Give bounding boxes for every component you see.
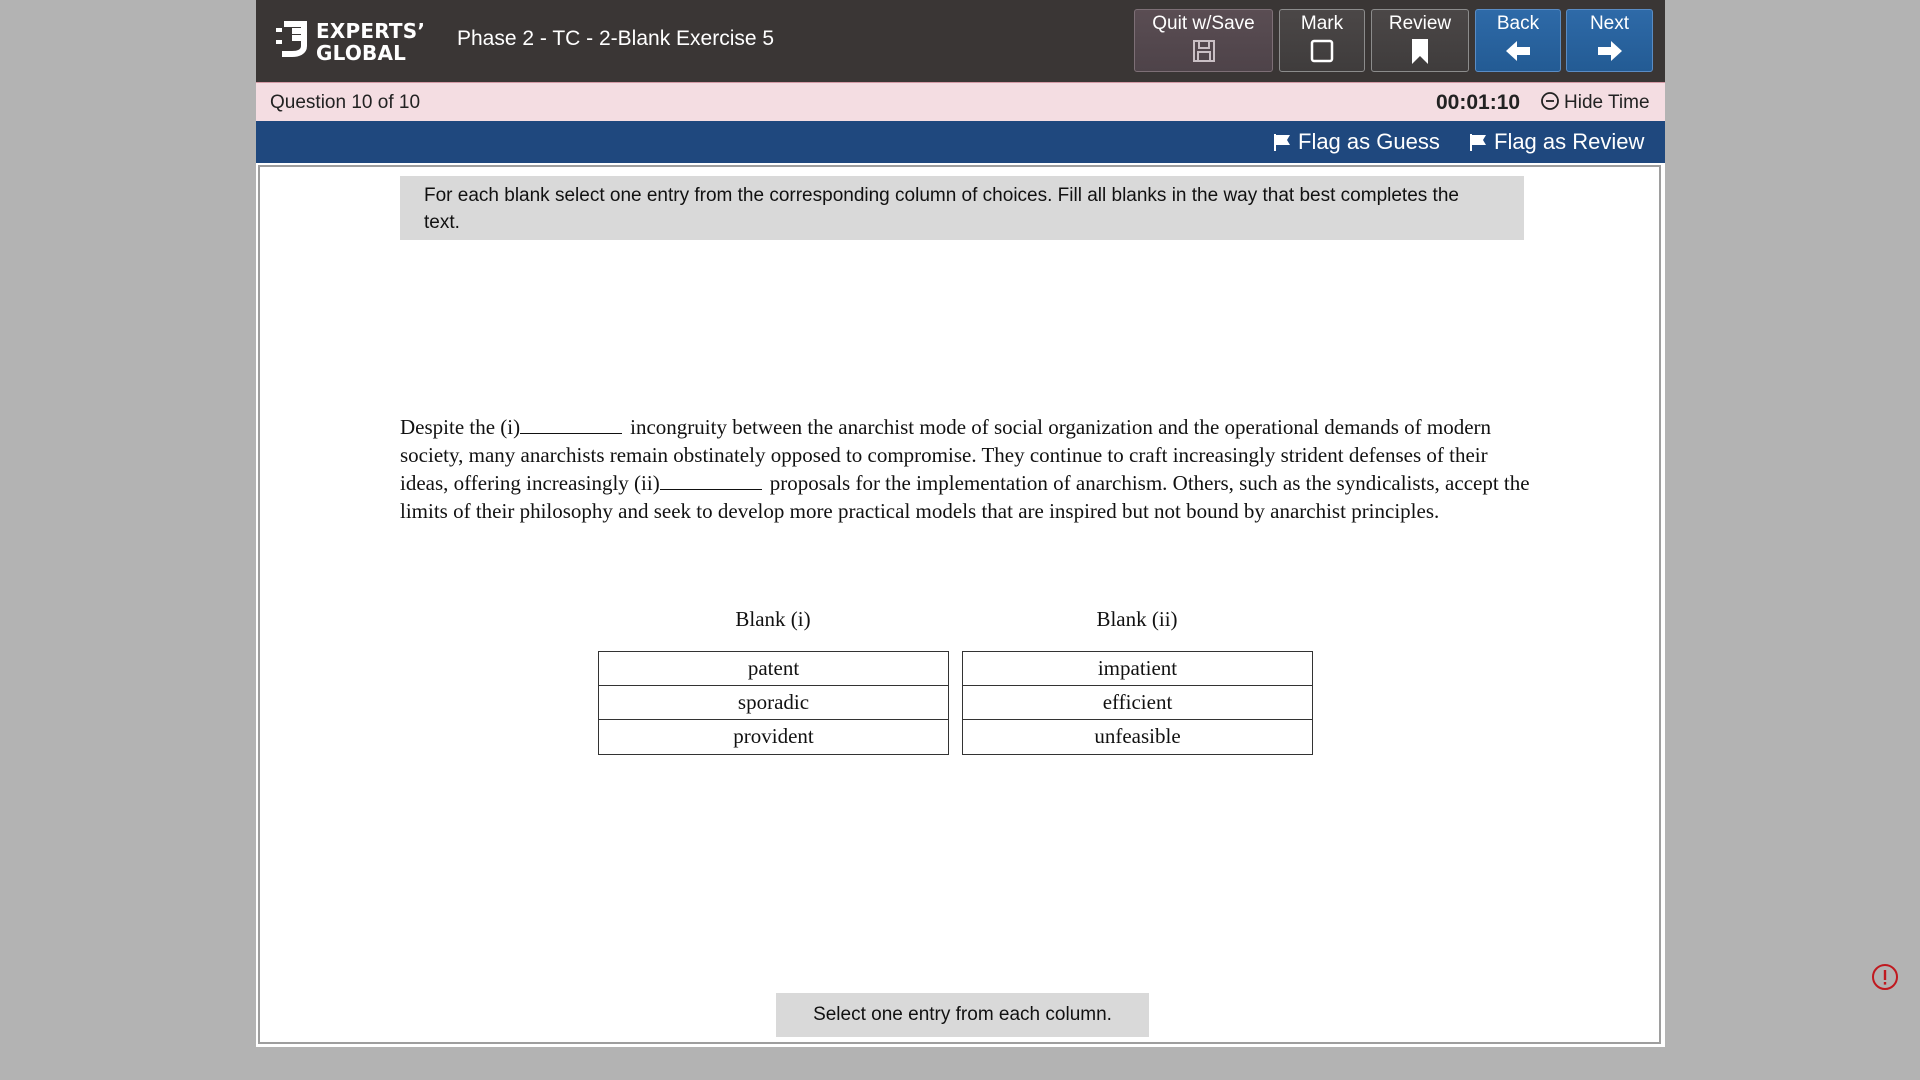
question-counter: Question 10 of 10: [270, 92, 420, 114]
alert-icon[interactable]: [1871, 963, 1899, 991]
checkbox-icon: [1310, 39, 1334, 63]
choice-impatient[interactable]: impatient: [963, 652, 1312, 686]
review-label: Review: [1388, 13, 1452, 34]
flag-icon: [1470, 134, 1486, 151]
minus-circle-icon: [1541, 92, 1559, 110]
choice-patent[interactable]: patent: [599, 652, 948, 686]
blank-ii-line: [659, 474, 762, 490]
logo-line-2: GLOBAL: [316, 41, 407, 65]
question-total: 10: [398, 92, 421, 113]
choice-efficient[interactable]: efficient: [963, 686, 1312, 720]
header-bar: EXPERTS’ GLOBAL Phase 2 - TC - 2-Blank E…: [256, 0, 1665, 82]
question-panel: For each blank select one entry from the…: [258, 165, 1661, 1044]
app-window: EXPERTS’ GLOBAL Phase 2 - TC - 2-Blank E…: [256, 0, 1665, 1047]
instructions-box: For each blank select one entry from the…: [400, 176, 1524, 240]
question-label: Question: [270, 92, 347, 113]
quit-save-button[interactable]: Quit w/Save: [1134, 9, 1273, 72]
next-button[interactable]: Next: [1566, 9, 1653, 72]
back-button[interactable]: Back: [1475, 9, 1561, 72]
question-of: of: [377, 92, 394, 113]
blank-i-line: [520, 418, 623, 434]
choice-unfeasible[interactable]: unfeasible: [963, 720, 1312, 754]
passage-part-1: Despite the (i): [400, 415, 521, 439]
question-passage: Despite the (i) incongruity between the a…: [400, 413, 1530, 525]
timer-display: 00:01:10: [1436, 91, 1521, 114]
review-button[interactable]: Review: [1371, 9, 1469, 72]
hide-time-toggle[interactable]: Hide Time: [1540, 91, 1650, 114]
arrow-right-icon: [1597, 41, 1622, 61]
flag-as-guess-label: Flag as Guess: [1298, 129, 1440, 154]
question-status-bar: Question 10 of 10 00:01:10 Hide Time: [256, 82, 1665, 121]
exam-title: Phase 2 - TC - 2-Blank Exercise 5: [457, 27, 775, 50]
status-message: Select one entry from each column.: [776, 993, 1149, 1037]
blank-i-heading: Blank (i): [735, 607, 811, 631]
arrow-left-icon: [1506, 41, 1530, 61]
back-label: Back: [1496, 13, 1540, 34]
flag-as-review-label: Flag as Review: [1494, 129, 1645, 154]
mark-button[interactable]: Mark: [1279, 9, 1365, 72]
next-label: Next: [1589, 13, 1630, 34]
quit-save-label: Quit w/Save: [1152, 13, 1255, 34]
logo-line-1: EXPERTS’: [316, 19, 426, 43]
blank-i-choices: patent sporadic provident: [598, 651, 949, 755]
logo-mark-icon: [276, 21, 307, 57]
mark-label: Mark: [1300, 13, 1344, 34]
choice-sporadic[interactable]: sporadic: [599, 686, 948, 720]
flag-as-guess-button[interactable]: Flag as Guess: [1272, 129, 1440, 155]
flag-as-review-button[interactable]: Flag as Review: [1468, 129, 1644, 155]
save-disk-icon: [1192, 40, 1215, 62]
bookmark-icon: [1412, 39, 1428, 64]
flag-bar: Flag as Guess Flag as Review: [256, 121, 1665, 163]
experts-global-logo: EXPERTS’ GLOBAL: [276, 18, 426, 64]
blank-ii-heading: Blank (ii): [1096, 607, 1178, 631]
blank-ii-choices: impatient efficient unfeasible: [962, 651, 1313, 755]
question-current: 10: [351, 92, 373, 113]
choice-provident[interactable]: provident: [599, 720, 948, 754]
flag-icon: [1274, 134, 1290, 151]
hide-time-label: Hide Time: [1564, 92, 1650, 113]
